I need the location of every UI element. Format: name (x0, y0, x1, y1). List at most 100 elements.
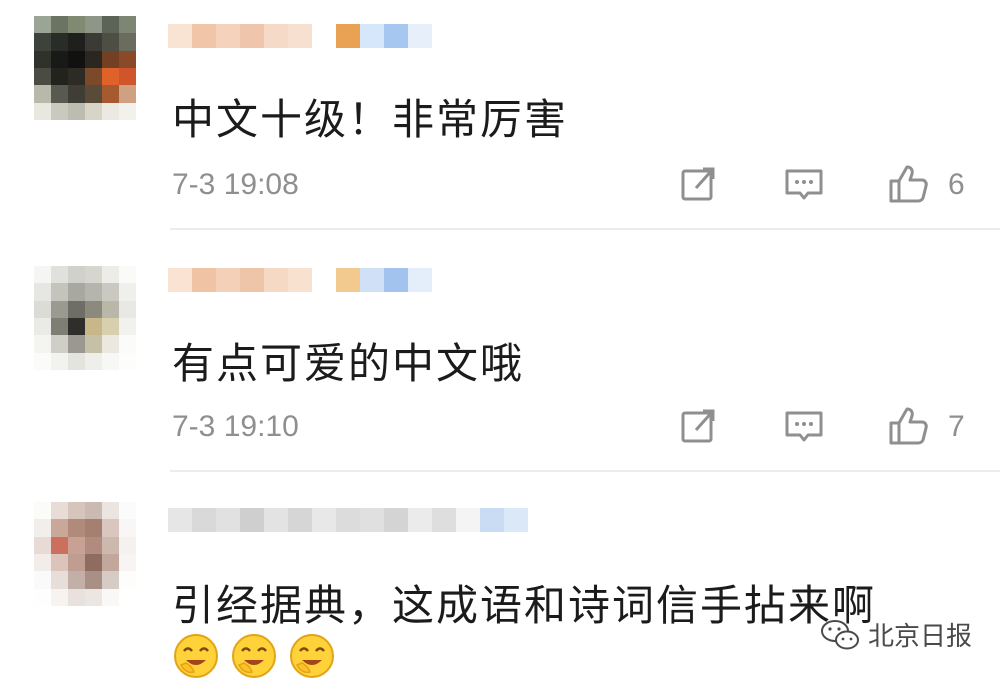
grin-emoji-icon (232, 634, 276, 678)
username-pixel (384, 24, 408, 48)
avatar-pixel (119, 519, 136, 537)
avatar-pixel (68, 283, 85, 301)
username-pixel (192, 24, 216, 48)
avatar[interactable] (34, 16, 136, 120)
username-pixel (432, 508, 456, 532)
share-icon (681, 167, 715, 201)
avatar-pixel (34, 283, 51, 301)
avatar-pixel (102, 335, 119, 353)
avatar-pixel (51, 102, 68, 120)
username-pixel (312, 268, 336, 292)
avatar-pixel (34, 33, 51, 51)
avatar-pixel (85, 519, 102, 537)
avatar[interactable] (34, 266, 136, 370)
avatar-pixel (85, 554, 102, 572)
like-button[interactable] (886, 404, 930, 448)
watermark-text: 北京日报 (867, 622, 972, 652)
like-button[interactable] (886, 162, 930, 206)
avatar-pixel (119, 16, 136, 34)
avatar-pixel (51, 50, 68, 68)
avatar-pixel (51, 266, 68, 284)
avatar-pixel (102, 502, 119, 520)
username-pixel (240, 268, 264, 292)
avatar-pixel (119, 335, 136, 353)
avatar-pixel (119, 554, 136, 572)
avatar-pixel (102, 318, 119, 336)
comment-button[interactable] (782, 162, 826, 206)
avatar-pixel (102, 85, 119, 103)
avatar-pixel (102, 33, 119, 51)
avatar-pixel (51, 300, 68, 318)
avatar-pixel (119, 318, 136, 336)
avatar-pixel (68, 68, 85, 86)
username-pixel (192, 268, 216, 292)
avatar-pixel (102, 571, 119, 589)
username-blurred[interactable] (168, 500, 528, 540)
avatar-pixel (51, 33, 68, 51)
avatar[interactable] (34, 502, 136, 606)
avatar-pixel (68, 16, 85, 34)
avatar-pixel (119, 102, 136, 120)
comment-time: 7-3 19:08 (172, 168, 299, 201)
comment-button[interactable] (782, 404, 826, 448)
emoji-row (172, 632, 336, 680)
username-pixel (312, 24, 336, 48)
avatar-pixel (102, 266, 119, 284)
avatar-pixel (51, 519, 68, 537)
grin-emoji-icon (174, 634, 218, 678)
avatar-pixel (34, 16, 51, 34)
avatar-pixel (102, 102, 119, 120)
avatar-pixel (85, 335, 102, 353)
avatar-pixel (102, 352, 119, 370)
avatar-pixel (68, 571, 85, 589)
like-count: 6 (948, 168, 965, 201)
avatar-pixel (68, 300, 85, 318)
avatar-pixel (102, 16, 119, 34)
like-icon (889, 407, 928, 445)
avatar-pixel (34, 554, 51, 572)
username-pixel (456, 508, 480, 532)
avatar-pixel (85, 33, 102, 51)
avatar-pixel (119, 283, 136, 301)
avatar-pixel (85, 588, 102, 606)
avatar-pixel (102, 588, 119, 606)
username-pixel (240, 508, 264, 532)
comment-icon (785, 169, 823, 200)
avatar-pixel (68, 519, 85, 537)
avatar-pixel (68, 33, 85, 51)
avatar-pixel (102, 519, 119, 537)
comment-meta: 7-3 19:08 6 (172, 162, 970, 206)
avatar-pixel (68, 502, 85, 520)
avatar-pixel (119, 352, 136, 370)
avatar-pixel (85, 266, 102, 284)
avatar-pixel (34, 318, 51, 336)
avatar-pixel (85, 283, 102, 301)
watermark: 北京日报 (820, 616, 972, 653)
username-pixel (336, 508, 360, 532)
username-blurred[interactable] (168, 16, 432, 56)
username-pixel (408, 24, 432, 48)
username-pixel (168, 508, 192, 532)
avatar-pixel (34, 266, 51, 284)
avatar-pixel (51, 352, 68, 370)
avatar-pixel (119, 68, 136, 86)
username-blurred[interactable] (168, 260, 432, 300)
avatar-pixel (85, 102, 102, 120)
avatar-pixel (51, 588, 68, 606)
avatar-pixel (119, 85, 136, 103)
avatar-pixel (119, 300, 136, 318)
avatar-pixel (34, 300, 51, 318)
share-button[interactable] (676, 404, 720, 448)
avatar-pixel (85, 352, 102, 370)
avatar-pixel (68, 352, 85, 370)
username-pixel (240, 24, 264, 48)
comment-item: 有点可爱的中文哦 7-3 19:10 7 (0, 230, 1000, 470)
username-pixel (216, 24, 240, 48)
avatar-pixel (51, 283, 68, 301)
username-pixel (168, 268, 192, 292)
avatar-pixel (85, 85, 102, 103)
comment-item: 中文十级！非常厉害 7-3 19:08 6 (0, 0, 1000, 228)
avatar-pixel (34, 335, 51, 353)
like-icon (889, 165, 928, 203)
share-button[interactable] (676, 162, 720, 206)
